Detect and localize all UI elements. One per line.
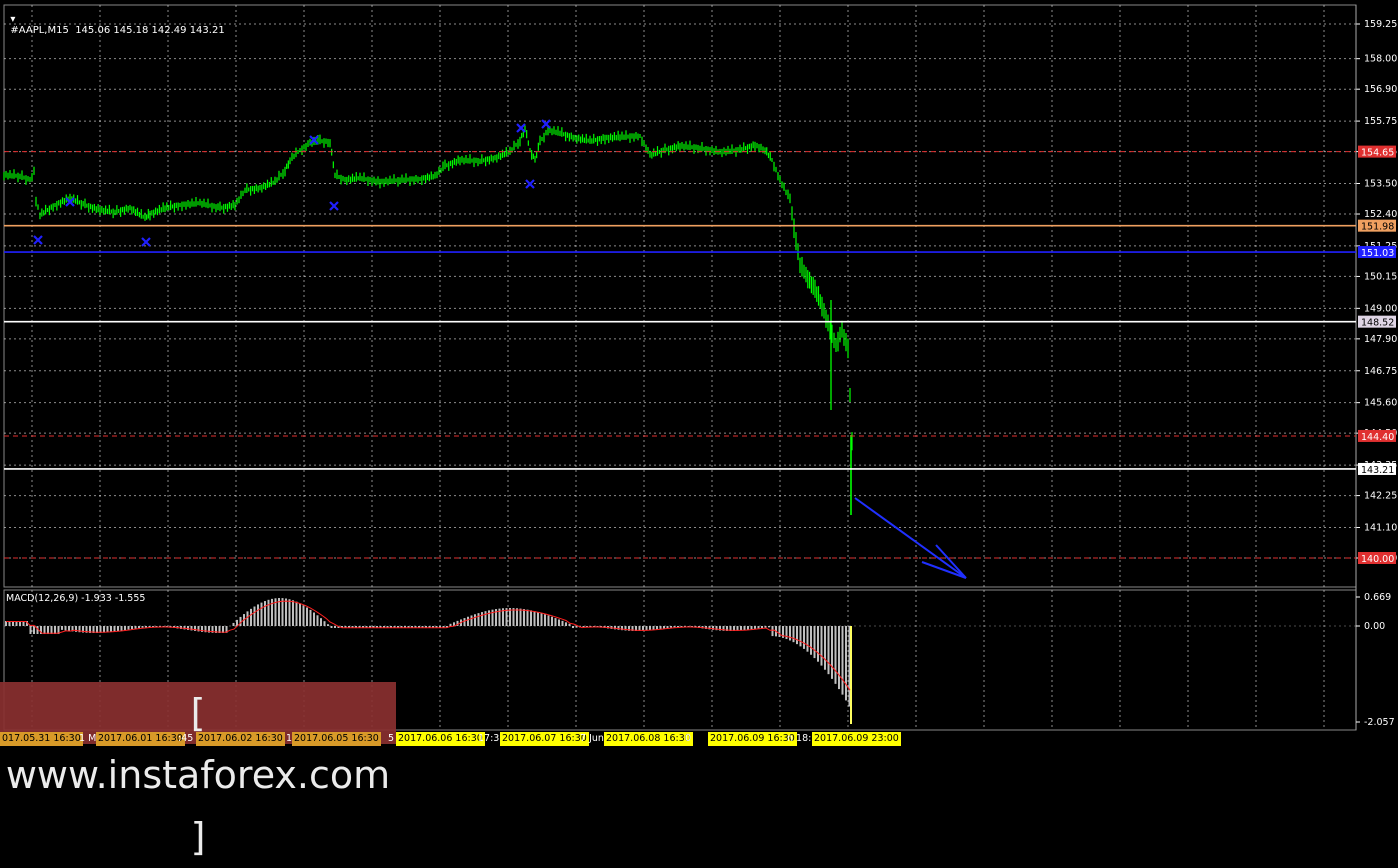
price-tag-label: 154.65	[1361, 148, 1394, 159]
time-axis-label: 0	[685, 733, 692, 744]
price-tick-label: 147.90	[1364, 334, 1397, 345]
price-tag-label: 144.40	[1361, 432, 1394, 443]
x-marker-icon	[33, 235, 43, 245]
price-tag-label: 143.21	[1361, 465, 1394, 476]
price-tick-label: 149.00	[1364, 303, 1397, 314]
triangle-down-icon[interactable]: ▾	[10, 14, 15, 25]
price-tick-label: 153.50	[1364, 179, 1397, 190]
time-axis-label: 5	[388, 733, 395, 744]
time-axis-label: 2017.06.07 16:30	[500, 732, 589, 746]
time-axis-label: 2017.06.09 16:30	[708, 732, 797, 746]
time-axis-label: 017.05.31 16:30	[0, 732, 83, 746]
chart-header: ▾ #AAPL,M15 145.06 145.18 142.49 143.21	[4, 3, 225, 36]
time-axis-label: 2017.06.01 16:30	[96, 732, 185, 746]
price-tick-label: 155.75	[1364, 116, 1397, 127]
time-axis: 017.05.31 16:30 1 May 2017.06.01 16:30:45 2…	[0, 732, 1356, 750]
time-axis-label: :45	[178, 733, 194, 744]
price-tick-label: 145.60	[1364, 398, 1397, 409]
macd-tick-label: -2.057	[1364, 717, 1395, 728]
price-tick-label: 150.15	[1364, 271, 1397, 282]
price-tick-label: 146.75	[1364, 366, 1397, 377]
price-tick-label: 159.25	[1364, 19, 1397, 30]
time-axis-label: 2017.06.02 16:30	[196, 732, 285, 746]
macd-tick-label: 0.00	[1364, 621, 1385, 632]
price-tag-label: 148.52	[1361, 318, 1394, 329]
x-marker-icon	[141, 237, 151, 247]
price-tag-label: 151.98	[1361, 222, 1394, 233]
time-axis-label: 2017.06.06 16:30	[396, 732, 485, 746]
price-tag-label: 151.03	[1361, 248, 1394, 259]
x-marker-icon	[525, 179, 535, 189]
price-tick-label: 152.40	[1364, 209, 1397, 220]
price-tick-label: 158.00	[1364, 54, 1397, 65]
forecast-arrow-icon	[854, 497, 967, 579]
time-axis-label: 2017.06.08 16:30	[604, 732, 693, 746]
symbol-ohlc-title: #AAPL,M15 145.06 145.18 142.49 143.21	[10, 25, 225, 36]
price-tick-label: 156.90	[1364, 84, 1397, 95]
macd-signal-line	[6, 600, 851, 691]
chart-canvas[interactable]: 159.25 158.00 156.90 155.75 154.65 153.50 152.…	[0, 0, 1398, 750]
macd-tick-label: 0.669	[1364, 592, 1391, 603]
price-panel-frame	[3, 4, 1357, 588]
time-axis-label: 2017.06.09 23:00	[812, 732, 901, 746]
price-tag-label: 140.00	[1361, 554, 1394, 565]
price-tick-label: 141.10	[1364, 522, 1397, 533]
time-axis-label: 7 Jun	[580, 733, 604, 744]
x-marker-icon	[329, 201, 339, 211]
x-marker-icon	[516, 123, 526, 133]
price-tick-label: 142.25	[1364, 491, 1397, 502]
time-axis-label: 2017.06.05 16:30	[292, 732, 381, 746]
macd-indicator-label: MACD(12,26,9) -1.933 -1.555	[6, 593, 146, 604]
